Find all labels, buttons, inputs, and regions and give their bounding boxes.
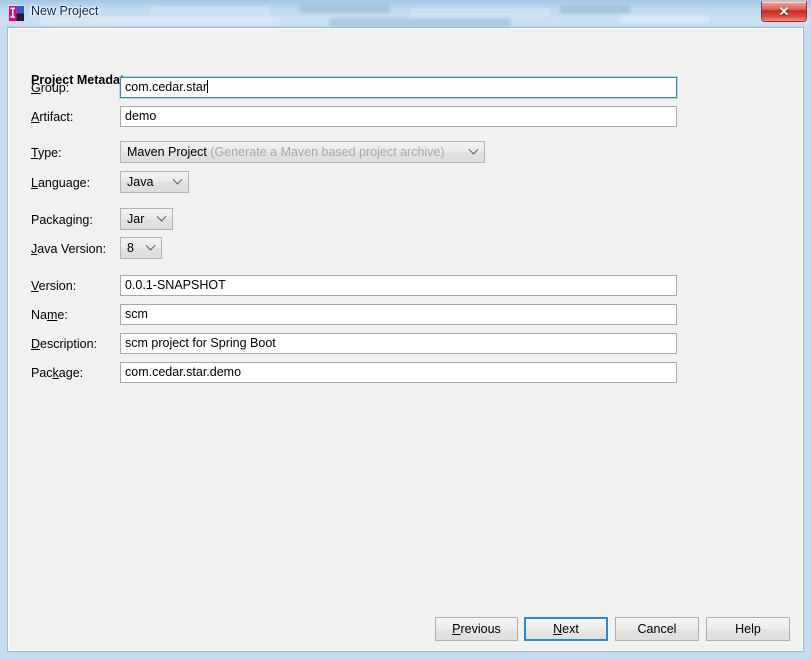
label-version: Version: [31,279,77,293]
label-type: Type: [31,146,62,160]
help-button[interactable]: Help [706,617,790,641]
label-package: Package: [31,366,84,380]
type-combobox-hint: (Generate a Maven based project archive) [210,145,445,159]
description-input[interactable]: scm project for Spring Boot [120,333,677,354]
packaging-combobox-value: Jar [127,212,145,226]
cancel-button[interactable]: Cancel [615,617,699,641]
text-caret [206,80,208,93]
new-project-dialog-window: New Project ✕ Project Metadata Group: co… [0,0,811,659]
language-combobox-value: Java [127,175,154,189]
artifact-input[interactable]: demo [120,106,677,127]
previous-button[interactable]: Previous [435,617,518,641]
language-combobox[interactable]: Java [120,171,189,193]
next-button[interactable]: Next [524,617,608,641]
chevron-down-icon [156,209,167,229]
window-title: New Project [31,4,99,18]
chevron-down-icon [145,238,156,258]
group-input-value: com.cedar.star [125,80,207,94]
close-icon: ✕ [778,4,790,19]
type-combobox[interactable]: Maven Project (Generate a Maven based pr… [120,141,485,163]
intellij-idea-icon [8,5,25,22]
java-version-combobox[interactable]: 8 [120,237,162,259]
package-input[interactable]: com.cedar.star.demo [120,362,677,383]
close-window-button[interactable]: ✕ [761,1,807,22]
label-group: Group: [31,81,70,95]
label-artifact: Artifact: [31,110,74,124]
java-version-combobox-value: 8 [127,241,134,255]
label-name: Name: [31,308,68,322]
chevron-down-icon [468,142,479,162]
label-language: Language: [31,176,91,190]
type-combobox-value: Maven Project [127,145,207,159]
name-input[interactable]: scm [120,304,677,325]
title-bar[interactable]: New Project ✕ [0,0,811,28]
dialog-client-area: Project Metadata Group: com.cedar.star A… [8,28,803,651]
version-input[interactable]: 0.0.1-SNAPSHOT [120,275,677,296]
label-packaging: Packaging: [31,213,93,227]
chevron-down-icon [172,172,183,192]
group-input[interactable]: com.cedar.star [120,77,677,98]
project-metadata-panel: Project Metadata Group: com.cedar.star A… [9,29,802,650]
label-description: Description: [31,337,98,351]
packaging-combobox[interactable]: Jar [120,208,173,230]
label-java-version: Java Version: [31,242,107,256]
